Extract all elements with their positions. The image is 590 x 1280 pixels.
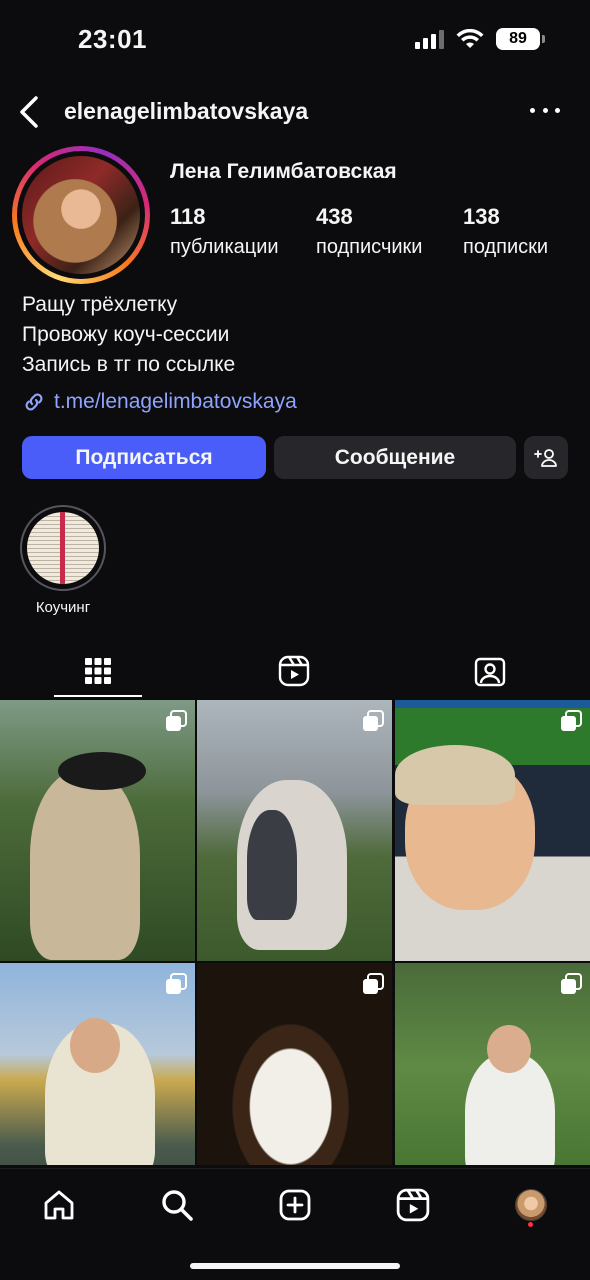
multiple-photos-icon xyxy=(561,973,582,994)
suggested-users-button[interactable] xyxy=(524,436,568,479)
nav-profile[interactable] xyxy=(509,1185,553,1225)
highlight-label: Коучинг xyxy=(35,599,91,616)
tab-posts-grid[interactable] xyxy=(54,645,142,697)
multiple-photos-icon xyxy=(166,973,187,994)
home-icon xyxy=(44,1190,74,1220)
multiple-photos-icon xyxy=(166,710,187,731)
stat-followers-count: 438 xyxy=(316,204,353,229)
more-options-icon[interactable] xyxy=(530,102,560,118)
reels-icon xyxy=(396,1188,430,1222)
post-thumbnail[interactable] xyxy=(0,700,195,961)
nav-create[interactable] xyxy=(273,1185,317,1225)
bio-line: Провожу коуч-сессии xyxy=(22,323,230,346)
stat-following-label: подписки xyxy=(463,236,549,258)
stat-posts: 118 публикации xyxy=(170,204,279,259)
post-thumbnail[interactable] xyxy=(0,963,195,1165)
battery-indicator: 89 xyxy=(496,28,545,50)
search-icon xyxy=(162,1190,193,1221)
post-thumbnail[interactable] xyxy=(197,963,392,1165)
avatar-photo xyxy=(22,156,140,274)
stat-followers[interactable]: 438 подписчики xyxy=(316,204,422,259)
profile-avatar-small xyxy=(515,1189,547,1221)
back-icon[interactable] xyxy=(16,92,46,132)
wifi-icon xyxy=(456,29,484,48)
stat-posts-label: публикации xyxy=(170,236,279,258)
home-indicator xyxy=(190,1263,400,1269)
create-post-icon xyxy=(279,1189,311,1221)
status-time: 23:01 xyxy=(78,24,147,54)
posts-grid xyxy=(0,700,590,1165)
multiple-photos-icon xyxy=(561,710,582,731)
bio-line: Ращу трёхлетку xyxy=(22,293,178,316)
profile-link[interactable]: t.me/lenagelimbatovskaya xyxy=(22,390,297,414)
multiple-photos-icon xyxy=(363,973,384,994)
stat-following-count: 138 xyxy=(463,204,500,229)
reels-icon xyxy=(278,655,310,687)
profile-tabs xyxy=(0,645,590,697)
follow-button[interactable]: Подписаться xyxy=(22,436,266,479)
profile-avatar[interactable] xyxy=(12,146,150,284)
highlight-cover xyxy=(27,512,99,584)
nav-reels[interactable] xyxy=(391,1185,435,1225)
post-thumbnail[interactable] xyxy=(395,963,590,1165)
post-thumbnail[interactable] xyxy=(197,700,392,961)
status-icons: 89 xyxy=(415,28,545,50)
message-button[interactable]: Сообщение xyxy=(274,436,516,479)
post-thumbnail[interactable] xyxy=(395,700,590,961)
nav-search[interactable] xyxy=(155,1185,199,1225)
status-bar: 23:01 89 xyxy=(0,0,590,80)
stat-following[interactable]: 138 подписки xyxy=(463,204,548,259)
display-name: Лена Гелимбатовская xyxy=(170,160,397,183)
stat-followers-label: подписчики xyxy=(316,236,423,258)
tagged-person-icon xyxy=(474,657,506,687)
link-icon xyxy=(25,393,43,411)
add-user-icon xyxy=(534,448,557,467)
story-highlight[interactable]: Коучинг xyxy=(20,505,106,616)
bio-line: Запись в тг по ссылке xyxy=(22,353,236,376)
notification-dot xyxy=(528,1222,533,1227)
profile-header: elenagelimbatovskaya xyxy=(0,88,590,134)
tab-reels[interactable] xyxy=(250,645,338,697)
grid-icon xyxy=(85,658,111,684)
nav-home[interactable] xyxy=(37,1185,81,1225)
profile-link-text: t.me/lenagelimbatovskaya xyxy=(54,390,297,413)
stat-posts-count: 118 xyxy=(170,204,206,229)
cellular-signal-icon xyxy=(415,29,444,49)
tab-tagged[interactable] xyxy=(446,645,534,697)
bio: Ращу трёхлетку Провожу коуч-сессии Запис… xyxy=(22,290,235,380)
header-username: elenagelimbatovskaya xyxy=(64,98,309,124)
multiple-photos-icon xyxy=(363,710,384,731)
